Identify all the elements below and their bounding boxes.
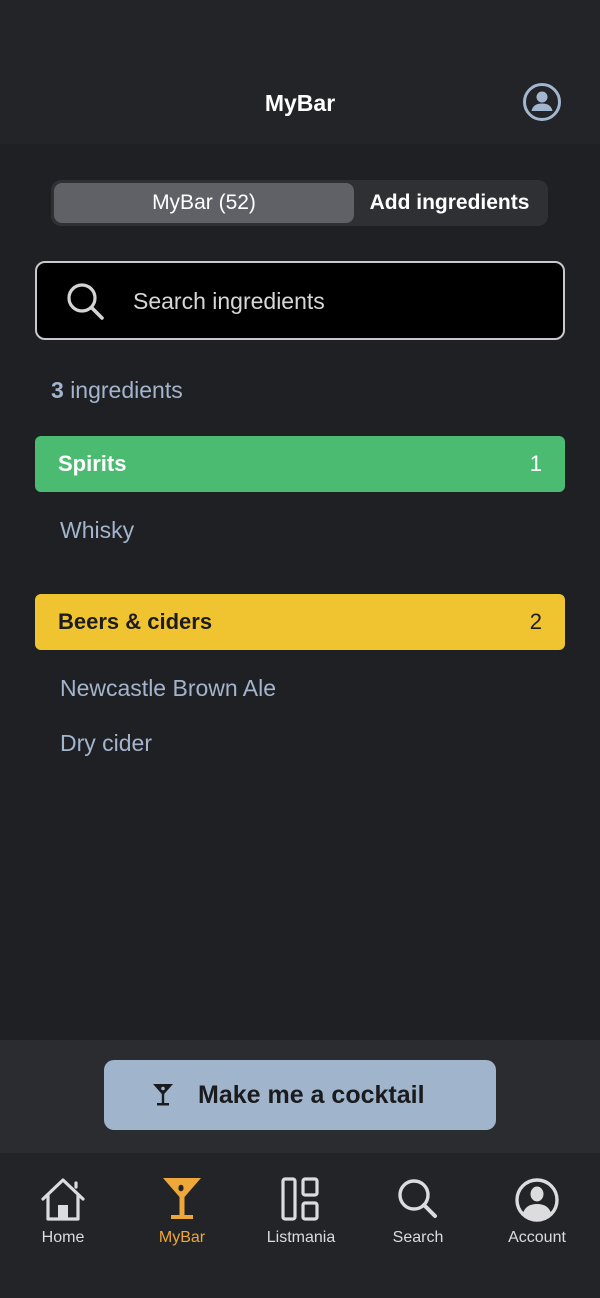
header: MyBar xyxy=(0,0,600,144)
bottom-tab-bar: Home MyBar Listmania Search Account xyxy=(0,1153,600,1298)
account-button[interactable] xyxy=(522,82,562,122)
search-icon xyxy=(398,1179,437,1218)
tab-label: MyBar xyxy=(158,1229,206,1246)
make-cocktail-label: Make me a cocktail xyxy=(198,1081,425,1109)
list-item[interactable]: Dry cider xyxy=(60,730,152,757)
tab-label: Listmania xyxy=(266,1229,336,1246)
tab-search[interactable]: Search xyxy=(363,1175,473,1255)
list-item[interactable]: Newcastle Brown Ale xyxy=(60,675,276,702)
category-name: Beers & ciders xyxy=(58,609,213,634)
make-cocktail-button[interactable]: Make me a cocktail xyxy=(104,1060,496,1130)
cta-bar: Make me a cocktail xyxy=(0,1040,600,1153)
ingredient-count: 3 ingredients xyxy=(51,377,183,404)
account-circle-icon xyxy=(523,83,561,121)
category-count: 1 xyxy=(529,451,542,476)
tab-mybar-nav[interactable]: MyBar xyxy=(127,1175,237,1255)
list-item[interactable]: Whisky xyxy=(60,517,134,544)
category-name: Spirits xyxy=(58,451,127,476)
tab-label: Account xyxy=(508,1229,566,1246)
search-icon xyxy=(67,283,104,320)
cocktail-glass-icon xyxy=(163,1178,201,1219)
page-title: MyBar xyxy=(264,90,336,116)
account-circle-icon xyxy=(515,1178,559,1222)
tab-listmania[interactable]: Listmania xyxy=(246,1175,356,1255)
home-icon xyxy=(41,1178,85,1221)
category-count: 2 xyxy=(529,609,542,634)
search-box xyxy=(35,261,565,340)
tab-mybar[interactable]: MyBar (52) xyxy=(54,183,354,223)
ingredient-count-number: 3 xyxy=(51,377,64,403)
segmented-control: MyBar (52) Add ingredients xyxy=(51,180,548,226)
tab-home[interactable]: Home xyxy=(8,1175,118,1255)
category-header-spirits[interactable]: Spirits 1 xyxy=(35,436,565,492)
tab-account[interactable]: Account xyxy=(482,1175,592,1255)
tab-add-ingredients[interactable]: Add ingredients xyxy=(354,183,545,223)
ingredient-count-label: ingredients xyxy=(70,377,183,403)
tab-label: Search xyxy=(392,1229,444,1246)
search-input[interactable] xyxy=(133,281,533,321)
tab-label: Home xyxy=(41,1229,85,1246)
category-header-beers-ciders[interactable]: Beers & ciders 2 xyxy=(35,594,565,650)
grid-layout-icon xyxy=(281,1177,319,1221)
cocktail-glass-icon xyxy=(153,1084,173,1106)
